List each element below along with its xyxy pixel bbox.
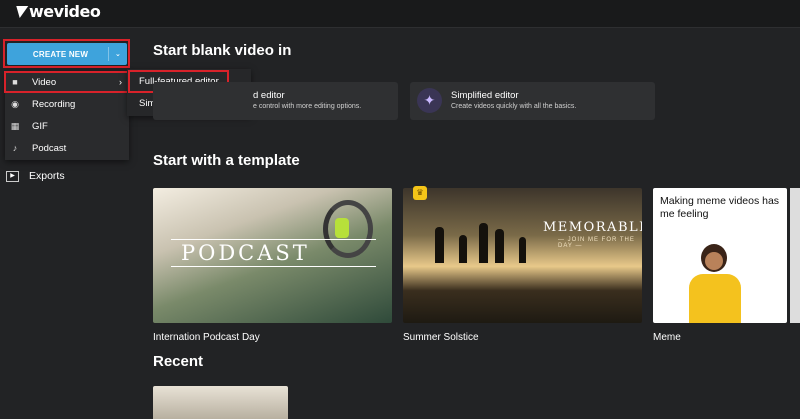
simplified-editor-card[interactable]: ✦ Simplified editor Create videos quickl… — [410, 82, 655, 120]
crown-icon: ♛ — [413, 186, 427, 200]
menu-item-label: Podcast — [32, 142, 67, 154]
exports-label: Exports — [29, 170, 65, 182]
silhouette — [519, 237, 526, 263]
editor-card-title: Simplified editor — [451, 90, 519, 101]
recent-project-thumbnail[interactable] — [153, 386, 288, 419]
start-blank-heading: Start blank video in — [153, 42, 292, 59]
menu-item-recording[interactable]: ◉ Recording — [5, 93, 129, 115]
memorable-thumb-text: MEMORABLE — [543, 220, 642, 235]
template-meme-thumbnail[interactable]: Making meme videos has me feeling — [653, 188, 787, 323]
next-template-peek[interactable] — [790, 188, 800, 323]
meme-thumb-text: Making meme videos has me feeling — [660, 195, 780, 220]
record-icon: ◉ — [11, 98, 19, 109]
logo-text: wevideo — [29, 2, 101, 21]
logo-mark-icon — [13, 5, 29, 18]
editor-card-desc: Create videos quickly with all the basic… — [451, 103, 577, 110]
podcast-thumb-text: PODCAST — [181, 241, 310, 265]
menu-item-gif[interactable]: ▦ GIF — [5, 115, 129, 137]
template-caption[interactable]: Internation Podcast Day — [153, 332, 260, 343]
template-podcast-thumbnail[interactable]: PODCAST — [153, 188, 392, 323]
silhouette — [435, 227, 444, 263]
music-note-icon: ♪ — [12, 143, 18, 153]
editor-card-desc: e control with more editing options. — [253, 103, 362, 110]
template-caption[interactable]: Summer Solstice — [403, 332, 479, 343]
template-summer-thumbnail[interactable]: MEMORABLE — JOIN ME FOR THE DAY — — [403, 188, 642, 323]
meme-person — [681, 240, 751, 323]
sunset-image: MEMORABLE — JOIN ME FOR THE DAY — — [403, 188, 642, 323]
editor-card-title: d editor — [253, 90, 285, 101]
meme-shirt — [689, 274, 741, 323]
podcast-image: PODCAST — [153, 188, 392, 323]
sidebar-item-exports[interactable]: ▶ Exports — [6, 170, 65, 182]
meme-face — [705, 252, 723, 270]
gif-icon: ▦ — [10, 120, 20, 131]
video-item-highlight — [4, 71, 132, 93]
exports-icon: ▶ — [6, 170, 19, 182]
create-new-label: CREATE NEW — [32, 49, 89, 59]
divider-line — [171, 239, 376, 240]
silhouette — [459, 235, 467, 263]
template-heading: Start with a template — [153, 152, 300, 169]
sparkle-icon: ✦ — [417, 88, 442, 113]
recent-heading: Recent — [153, 353, 204, 370]
menu-item-podcast[interactable]: ♪ Podcast — [5, 137, 129, 159]
divider-line — [171, 266, 376, 267]
top-bar: wevideo — [0, 0, 800, 28]
create-new-button[interactable]: CREATE NEW ⌄ — [7, 43, 127, 65]
menu-item-label: GIF — [32, 120, 48, 132]
chevron-down-icon[interactable]: ⌄ — [109, 50, 127, 58]
wevideo-logo[interactable]: wevideo — [13, 2, 101, 21]
headphone-cup-shape — [335, 218, 349, 238]
memorable-subtext: — JOIN ME FOR THE DAY — — [558, 237, 635, 249]
template-caption[interactable]: Meme — [653, 332, 681, 343]
silhouette — [479, 223, 488, 263]
full-featured-editor-card[interactable]: d editor e control with more editing opt… — [153, 82, 398, 120]
menu-item-label: Recording — [32, 98, 76, 110]
meme-image: Making meme videos has me feeling — [653, 188, 787, 323]
silhouette — [495, 229, 504, 263]
